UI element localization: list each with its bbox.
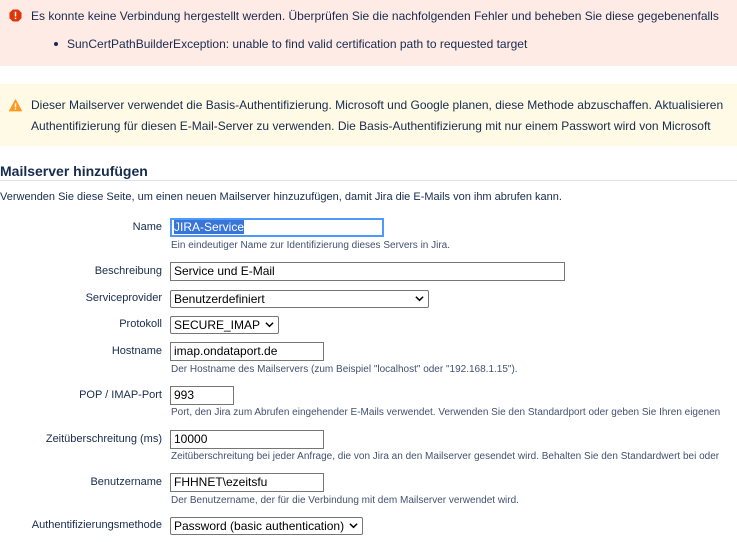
auth-method-select[interactable]: Password (basic authentication) <box>170 517 363 535</box>
benutzername-description: Der Benutzername, der für die Verbindung… <box>171 495 519 506</box>
warning-line-1: Dieser Mailserver verwendet die Basis-Au… <box>31 98 724 112</box>
name-description: Ein eindeutiger Name zur Identifizierung… <box>171 240 451 251</box>
auth-method-selected: Password (basic authentication) <box>174 519 345 533</box>
name-input-value: JIRA-Service <box>174 220 245 234</box>
benutzername-input[interactable]: FHHNET\ezeitsfu <box>170 473 324 492</box>
warning-icon <box>9 99 22 112</box>
serviceprovider-select[interactable]: Benutzerdefiniert <box>170 290 429 308</box>
timeout-label: Zeitüberschreitung (ms) <box>45 433 162 445</box>
chevron-down-icon <box>415 296 424 302</box>
benutzername-label: Benutzername <box>90 476 162 488</box>
error-icon <box>9 9 22 22</box>
name-label: Name <box>132 221 162 233</box>
protokoll-label: Protokoll <box>119 318 162 330</box>
beschreibung-input[interactable]: Service und E-Mail <box>170 262 565 281</box>
port-input[interactable]: 993 <box>170 386 234 405</box>
serviceprovider-selected: Benutzerdefiniert <box>174 292 265 306</box>
port-input-value: 993 <box>174 388 195 402</box>
port-description: Port, den Jira zum Abrufen eingehender E… <box>171 407 721 418</box>
page-title: Mailserver hinzufügen <box>0 163 148 179</box>
error-message: Es konnte keine Verbindung hergestellt w… <box>31 9 719 23</box>
chevron-down-icon <box>265 322 274 328</box>
page-intro: Verwenden Sie diese Seite, um einen neue… <box>0 191 562 203</box>
benutzername-input-value: FHHNET\ezeitsfu <box>174 475 268 489</box>
error-banner: Es konnte keine Verbindung hergestellt w… <box>0 0 737 66</box>
warning-line-2: Authentifizierung für diesen E-Mail-Serv… <box>31 119 711 133</box>
port-label: POP / IMAP-Port <box>79 389 162 401</box>
timeout-input[interactable]: 10000 <box>170 430 324 449</box>
protokoll-select[interactable]: SECURE_IMAP <box>170 316 279 334</box>
error-bullet <box>54 42 58 46</box>
error-item: SunCertPathBuilderException: unable to f… <box>67 37 528 51</box>
hostname-description: Der Hostname des Mailservers (zum Beispi… <box>171 364 518 375</box>
serviceprovider-label: Serviceprovider <box>85 292 162 304</box>
name-input[interactable]: JIRA-Service <box>170 218 384 237</box>
timeout-input-value: 10000 <box>174 432 208 446</box>
auth-method-label: Authentifizierungsmethode <box>31 519 162 531</box>
warning-banner: Dieser Mailserver verwendet die Basis-Au… <box>0 84 737 146</box>
chevron-down-icon <box>349 523 358 529</box>
timeout-description: Zeitüberschreitung bei jeder Anfrage, di… <box>171 451 720 462</box>
beschreibung-label: Beschreibung <box>94 265 162 277</box>
heading-divider <box>0 180 737 181</box>
hostname-input-value: imap.ondataport.de <box>174 344 278 358</box>
hostname-label: Hostname <box>111 345 162 357</box>
protokoll-selected: SECURE_IMAP <box>174 318 261 332</box>
hostname-input[interactable]: imap.ondataport.de <box>170 342 324 361</box>
beschreibung-input-value: Service und E-Mail <box>174 264 275 278</box>
